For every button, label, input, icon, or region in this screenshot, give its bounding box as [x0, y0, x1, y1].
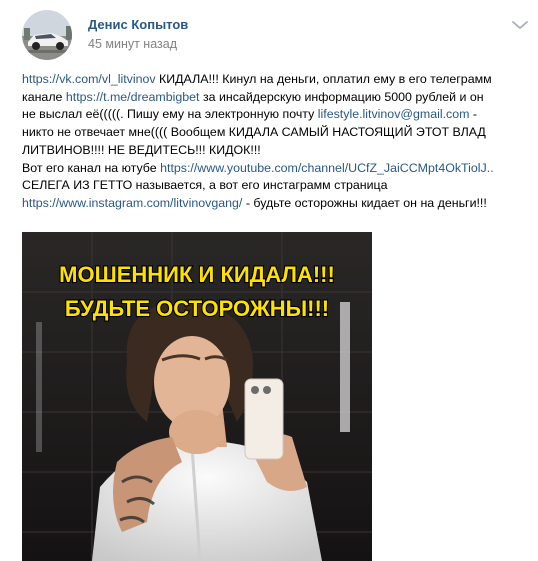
vk-profile-link[interactable]: https://vk.com/vl_litvinov [22, 72, 156, 86]
post-text-line: Вот его канал на ютубе https://www.youtu… [22, 160, 494, 175]
wall-post: Денис Копытов 45 минут назад https://vk.… [0, 0, 538, 561]
instagram-link[interactable]: https://www.instagram.com/litvinovgang/ [22, 196, 242, 210]
photo-banner-line2: БУДЬТЕ ОСТОРОЖНЫ!!! [65, 296, 329, 321]
photo-banner-line1: МОШЕННИК И КИДАЛА!!! [59, 262, 335, 287]
post-text-line: никто не отвечает мне(((( Вообщем КИДАЛА… [22, 125, 486, 140]
email-link[interactable]: lifestyle.litvinov@gmail.com [318, 107, 470, 121]
post-text-line: СЕЛЕГА ИЗ ГЕТТО называется, а вот его ин… [22, 178, 388, 193]
telegram-channel-link[interactable]: https://t.me/dreambigbet [66, 90, 200, 104]
chevron-down-icon[interactable] [510, 18, 530, 32]
avatar-car-photo [22, 10, 72, 60]
post-photo[interactable]: МОШЕННИК И КИДАЛА!!! БУДЬТЕ ОСТОРОЖНЫ!!! [22, 232, 372, 561]
post-text-line: не выслал её(((((. Пишу ему на электронн… [22, 107, 478, 122]
youtube-channel-link[interactable]: https://www.youtube.com/channel/UCfZ_Jai… [160, 161, 494, 175]
author-name-link[interactable]: Денис Копытов [88, 17, 188, 32]
post-text-line: ЛИТВИНОВ!!!! НЕ ВЕДИТЕСЬ!!! КИДОК!!! [22, 142, 261, 157]
post-text-line: https://vk.com/vl_litvinov КИДАЛА!!! Кин… [22, 72, 492, 86]
post-timestamp[interactable]: 45 минут назад [88, 37, 177, 51]
post-text-line: https://www.instagram.com/litvinovgang/ … [22, 195, 487, 210]
author-avatar[interactable] [22, 10, 72, 60]
post-text: https://vk.com/vl_litvinov КИДАЛА!!! Кин… [22, 71, 534, 213]
post-text-line: канале https://t.me/dreambigbet за инсай… [22, 89, 484, 104]
